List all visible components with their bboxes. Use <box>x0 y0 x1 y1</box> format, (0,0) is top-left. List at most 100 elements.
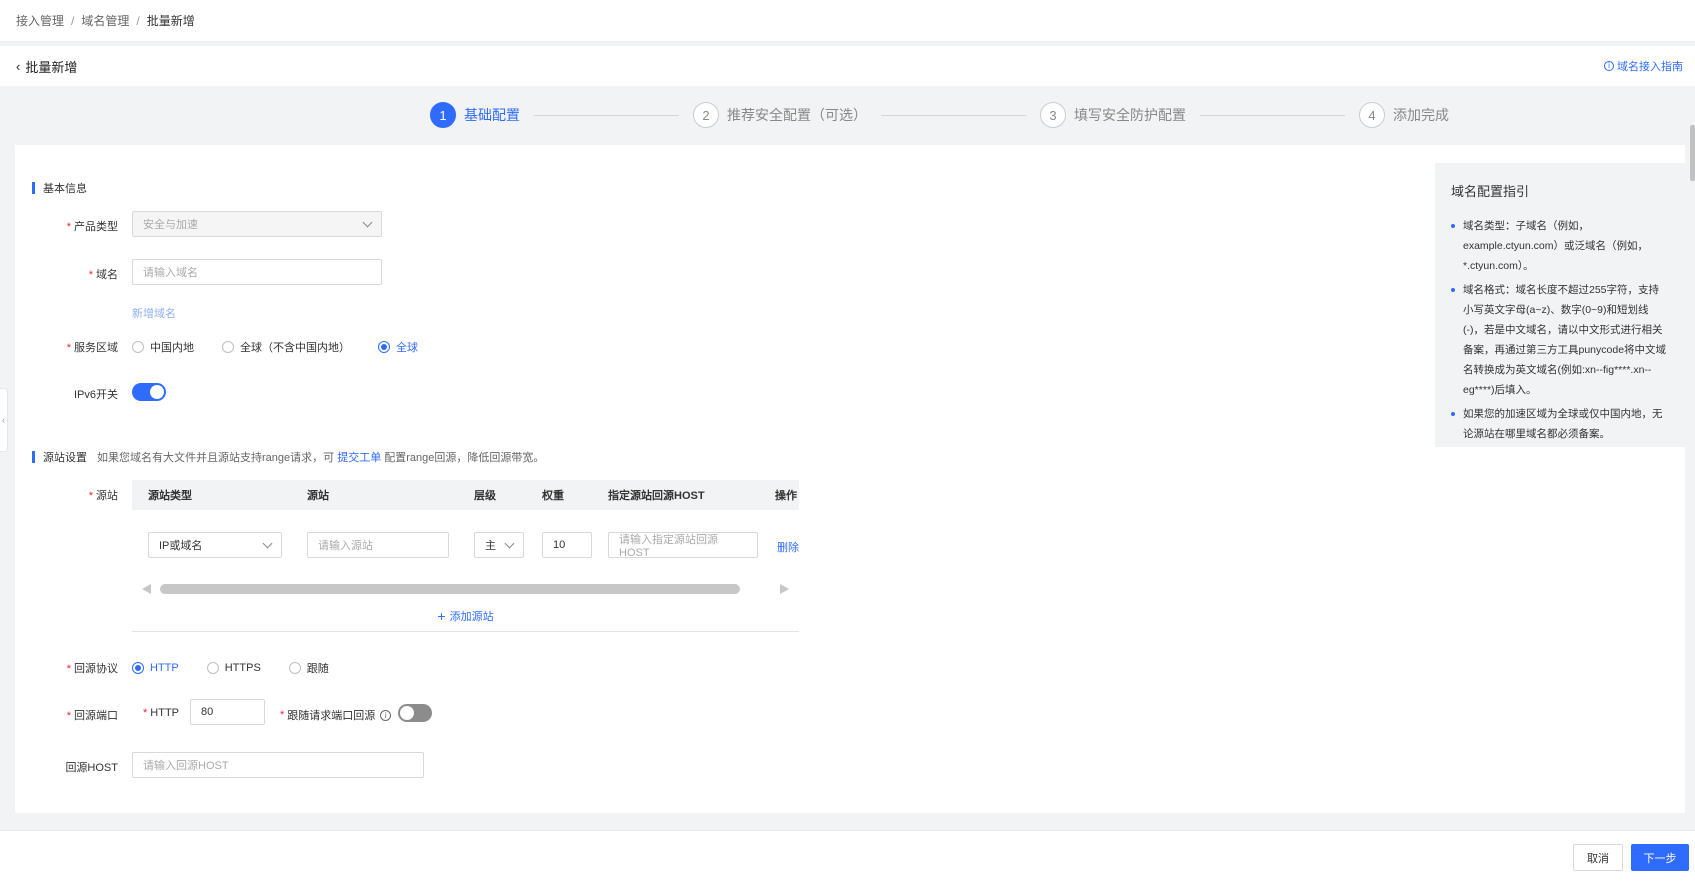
step-connector <box>534 114 679 116</box>
step-number: 1 <box>430 102 456 128</box>
protocol-radio-group: HTTP HTTPS 跟随 <box>132 660 357 676</box>
toggle-knob <box>150 385 164 399</box>
origin-label: * 源站 <box>88 490 118 502</box>
domain-guide-panel: 域名配置指引 域名类型：子域名（例如，example.ctyun.com）或泛域… <box>1435 163 1685 447</box>
breadcrumb-item-domain[interactable]: 域名管理 <box>81 12 129 29</box>
cancel-button[interactable]: 取消 <box>1573 844 1623 871</box>
table-row: IP或域名 请输入源站 主 10 请输入指定源站回源HOST 删除 <box>132 510 799 580</box>
step-number: 2 <box>693 102 719 128</box>
follow-port-toggle[interactable] <box>398 704 432 722</box>
breadcrumb-item-access[interactable]: 接入管理 <box>16 12 64 29</box>
step-complete: 4 添加完成 <box>1359 102 1449 128</box>
section-origin: 源站设置 如果您域名有大文件并且源站支持range请求，可 提交工单 配置ran… <box>32 449 544 465</box>
section-marker <box>32 182 35 194</box>
step-label: 推荐安全配置（可选） <box>727 107 867 123</box>
chevron-down-icon <box>362 217 373 227</box>
required-mark: * <box>88 269 93 281</box>
origin-host-input[interactable]: 请输入回源HOST <box>132 752 424 778</box>
region-option-global-excl[interactable]: 全球（不含中国内地） <box>222 339 350 355</box>
scroll-right-arrow[interactable] <box>780 584 789 594</box>
step-connector <box>881 114 1026 116</box>
guide-item: 域名格式：域名长度不超过255字符，支持小写英文字母(a~z)、数字(0~9)和… <box>1451 280 1669 400</box>
region-option-mainland[interactable]: 中国内地 <box>132 339 194 355</box>
region-option-global[interactable]: 全球 <box>378 339 418 355</box>
product-type-value: 安全与加速 <box>143 219 198 231</box>
radio-circle <box>288 662 301 674</box>
required-mark: * <box>143 707 148 719</box>
section-title: 源站设置 <box>43 452 87 464</box>
col-action: 操作 <box>775 490 797 502</box>
ipv6-label: IPv6开关 <box>73 389 118 401</box>
radio-circle <box>132 662 144 674</box>
guide-item: 域名类型：子域名（例如，example.ctyun.com）或泛域名（例如，*.… <box>1451 216 1669 276</box>
page-header: ‹ 批量新增 i 域名接入指南 <box>0 46 1695 86</box>
origin-type-select[interactable]: IP或域名 <box>148 532 282 558</box>
section-basic-info: 基本信息 <box>32 180 87 196</box>
add-origin-button[interactable]: + 添加源站 <box>132 600 799 632</box>
scroll-thumb[interactable] <box>160 584 740 594</box>
breadcrumb-separator: / <box>71 13 75 28</box>
origin-input[interactable]: 请输入源站 <box>307 532 449 558</box>
step-label: 基础配置 <box>464 107 520 123</box>
add-domain-link[interactable]: 新增域名 <box>132 305 176 321</box>
footer-bar: 取消 下一步 <box>0 830 1695 881</box>
col-level: 层级 <box>474 490 496 502</box>
protocol-label: * 回源协议 <box>66 663 118 675</box>
submit-ticket-link[interactable]: 提交工单 <box>337 452 381 464</box>
required-mark: * <box>66 221 71 233</box>
protocol-option-https[interactable]: HTTPS <box>206 662 261 674</box>
radio-circle <box>132 341 144 353</box>
page-title: 批量新增 <box>25 59 78 75</box>
origin-host-label: 回源HOST <box>65 762 118 774</box>
step-basic-config: 1 基础配置 <box>430 102 520 128</box>
ipv6-toggle[interactable] <box>132 383 166 401</box>
origin-hint: 如果您域名有大文件并且源站支持range请求，可 提交工单 配置range回源，… <box>97 452 545 464</box>
port-http-label: * HTTP <box>143 707 180 719</box>
level-select[interactable]: 主 <box>474 532 524 558</box>
chevron-down-icon <box>504 538 515 548</box>
region-label: * 服务区域 <box>66 342 118 354</box>
breadcrumb-separator: / <box>136 13 140 28</box>
step-number: 3 <box>1040 102 1066 128</box>
required-mark: * <box>66 342 71 354</box>
product-type-select[interactable]: 安全与加速 <box>132 211 382 237</box>
weight-input[interactable]: 10 <box>542 532 592 558</box>
delete-row-link[interactable]: 删除 <box>777 539 799 555</box>
back-button[interactable]: ‹ 批量新增 <box>16 57 77 76</box>
port-http-input[interactable]: 80 <box>190 699 265 725</box>
scroll-left-arrow[interactable] <box>142 584 151 594</box>
radio-circle <box>206 662 219 674</box>
step-label: 填写安全防护配置 <box>1074 107 1186 123</box>
next-button[interactable]: 下一步 <box>1631 844 1689 871</box>
product-type-label: * 产品类型 <box>66 221 118 233</box>
required-mark: * <box>66 710 71 722</box>
required-mark: * <box>280 709 285 721</box>
domain-input[interactable]: 请输入域名 <box>132 259 382 285</box>
chevron-down-icon <box>262 538 273 548</box>
required-mark: * <box>88 490 93 502</box>
step-number: 4 <box>1359 102 1385 128</box>
page-scrollbar[interactable] <box>1690 125 1695 181</box>
protocol-option-follow[interactable]: 跟随 <box>288 660 329 676</box>
required-mark: * <box>66 663 71 675</box>
info-icon[interactable]: i <box>380 709 392 721</box>
sidebar-collapse-handle[interactable]: ‹ <box>0 388 8 452</box>
step-security-protection: 3 填写安全防护配置 <box>1040 102 1186 128</box>
step-label: 添加完成 <box>1393 107 1449 123</box>
protocol-option-http[interactable]: HTTP <box>132 662 179 674</box>
follow-port-label: * 跟随请求端口回源 i <box>280 707 392 723</box>
col-host: 指定源站回源HOST <box>608 490 705 502</box>
col-weight: 权重 <box>542 490 564 502</box>
step-recommended-security: 2 推荐安全配置（可选） <box>693 102 867 128</box>
breadcrumb-item-current: 批量新增 <box>146 14 195 28</box>
host-input[interactable]: 请输入指定源站回源HOST <box>608 532 758 559</box>
origin-table: 源站类型 源站 层级 权重 指定源站回源HOST 操作 IP或域名 请输入源站 … <box>132 480 799 632</box>
section-title: 基本信息 <box>43 183 87 195</box>
guide-item: 如果您的加速区域为全球或仅中国内地，无论源站在哪里域名都必须备案。 <box>1451 404 1669 444</box>
step-connector <box>1200 114 1345 116</box>
domain-label: * 域名 <box>88 269 118 281</box>
guide-link[interactable]: i 域名接入指南 <box>1604 58 1683 74</box>
table-header: 源站类型 源站 层级 权重 指定源站回源HOST 操作 <box>132 480 799 510</box>
table-scrollbar[interactable] <box>132 582 799 596</box>
radio-circle <box>222 341 234 353</box>
